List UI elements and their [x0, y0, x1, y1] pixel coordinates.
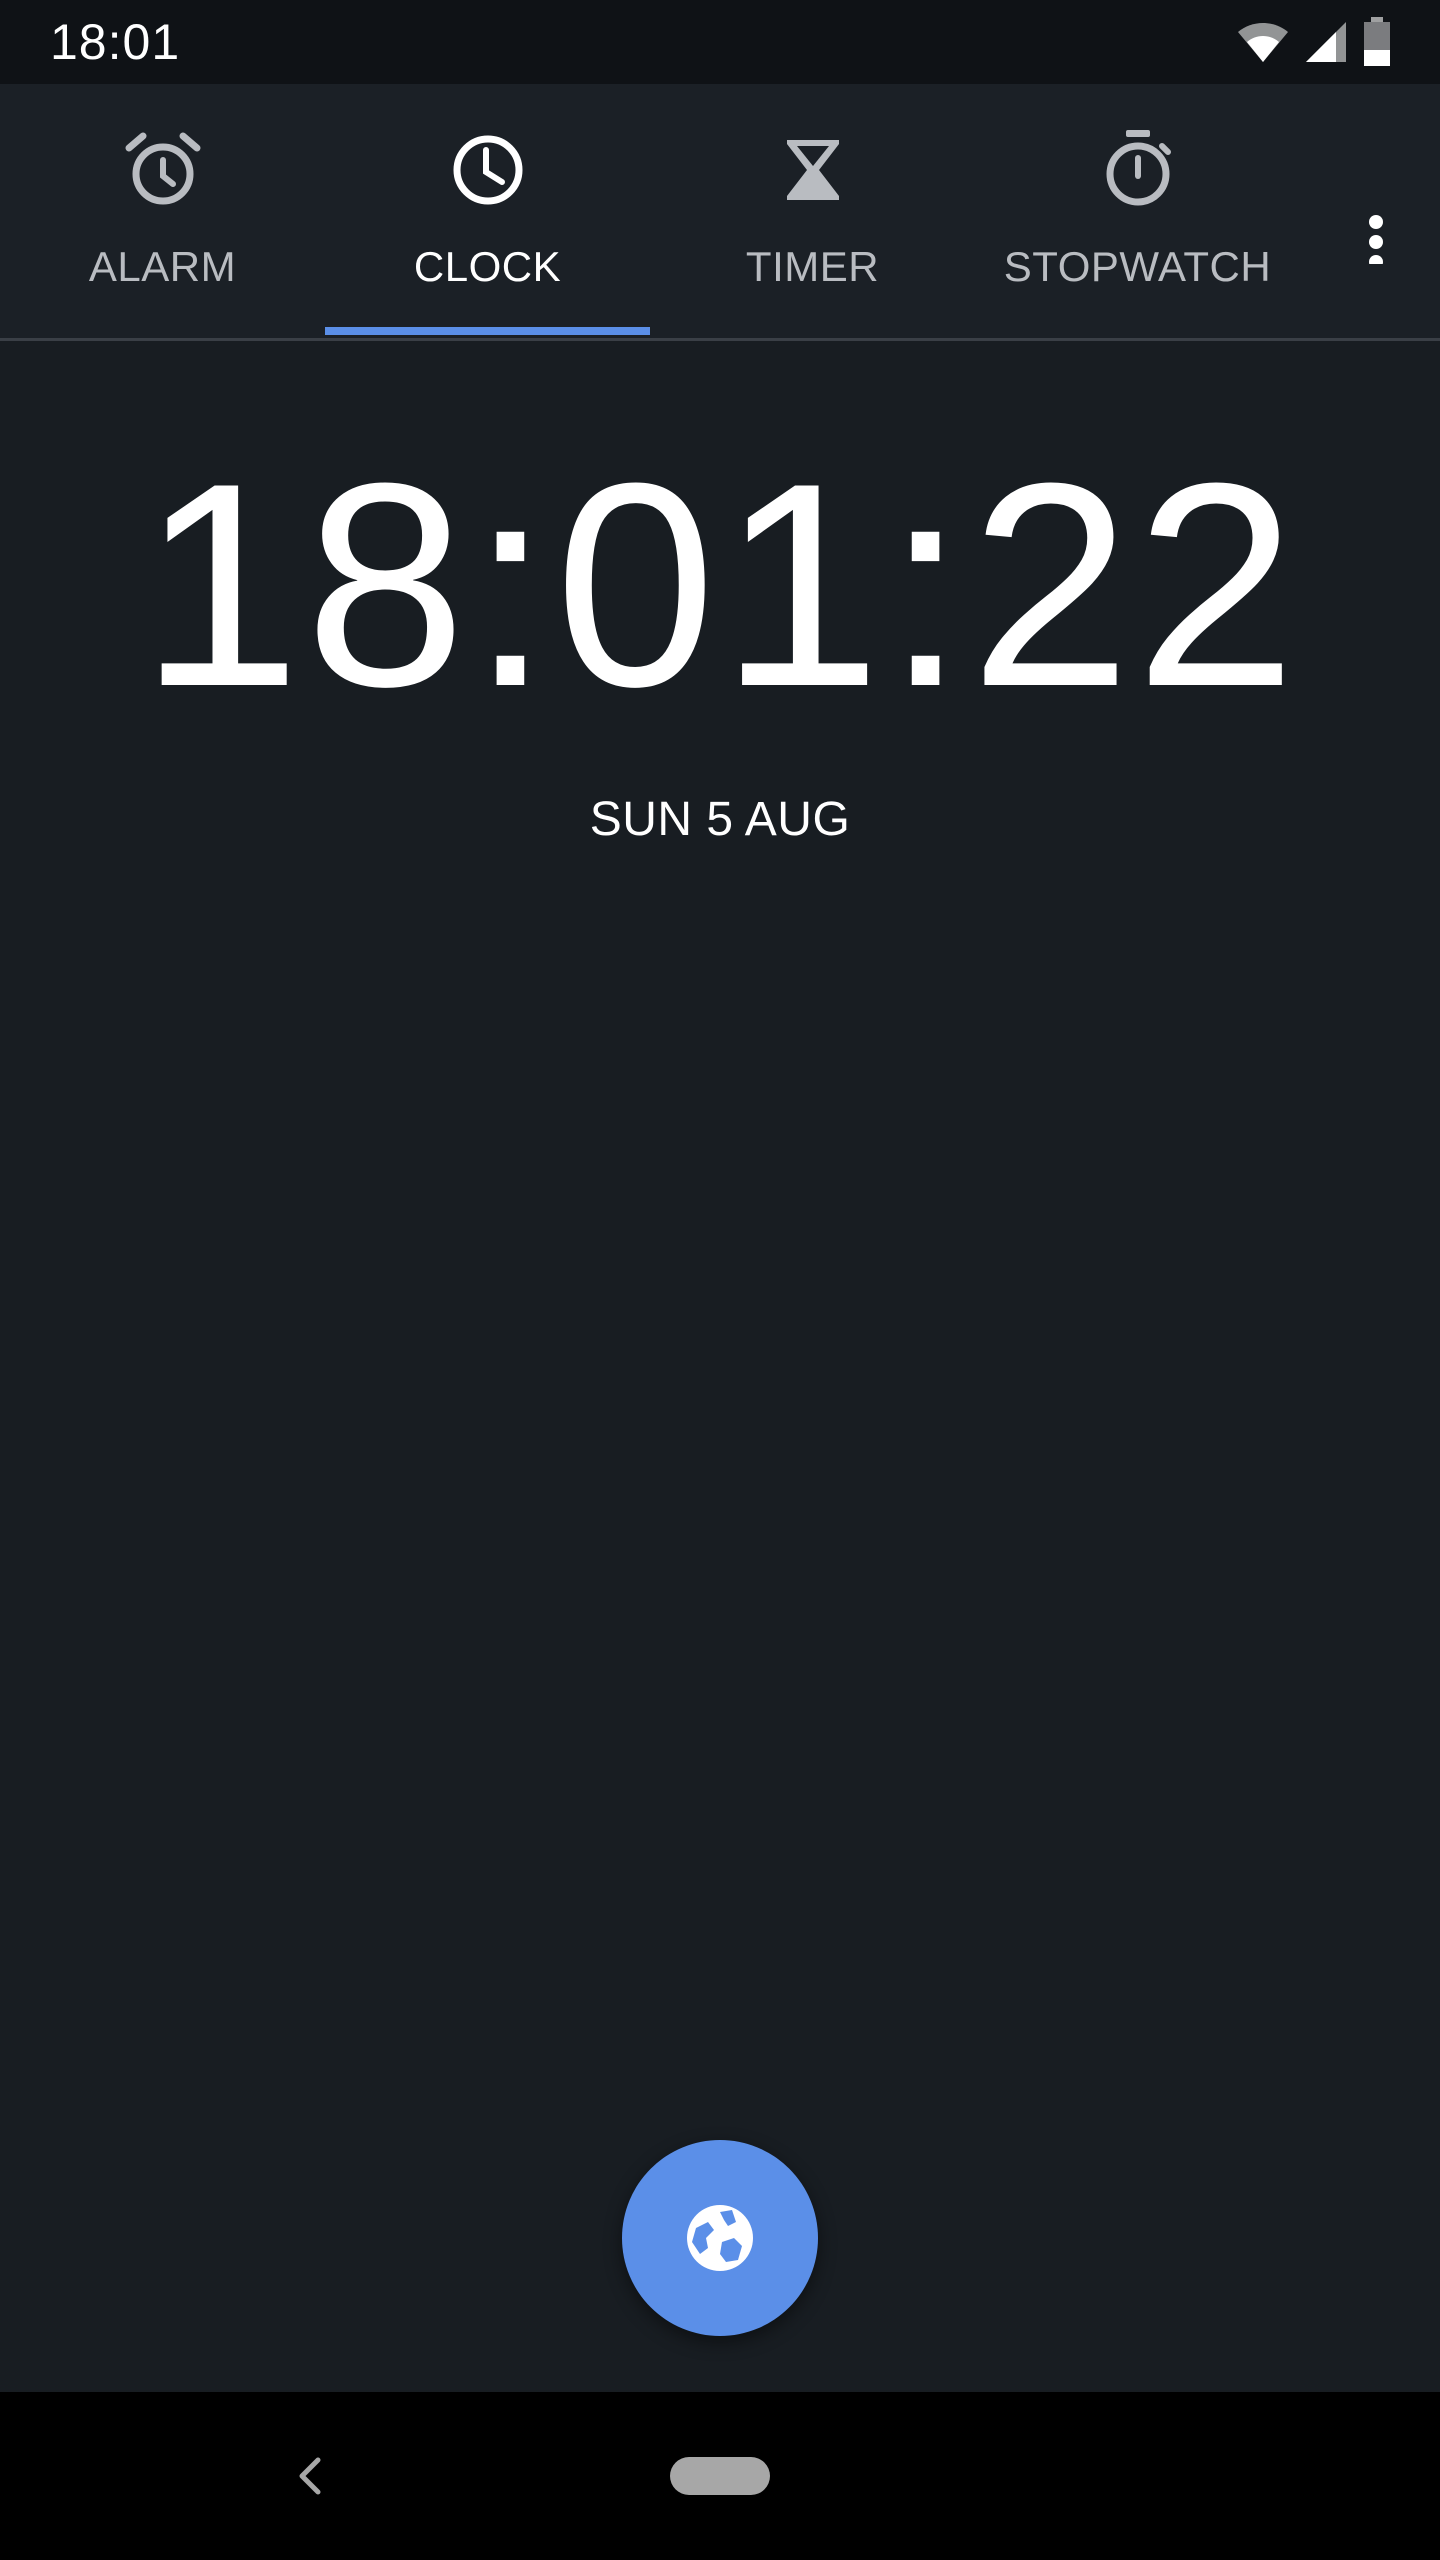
tab-stopwatch-label: STOPWATCH	[1003, 243, 1272, 290]
home-pill-icon[interactable]	[670, 2457, 770, 2495]
back-icon	[299, 2457, 321, 2495]
globe-icon	[687, 2205, 753, 2271]
tab-stopwatch[interactable]: STOPWATCH	[975, 84, 1300, 338]
alarm-clock-icon	[125, 132, 200, 205]
tab-clock[interactable]: CLOCK	[325, 84, 650, 338]
status-icons	[1236, 16, 1392, 68]
stopwatch-icon	[1106, 130, 1171, 206]
signal-icon	[1306, 22, 1346, 62]
back-button[interactable]	[280, 2436, 340, 2516]
date-label: SUN 5 AUG	[589, 793, 851, 846]
navigation-bar	[0, 2392, 1440, 2560]
tab-alarm[interactable]: ALARM	[0, 84, 325, 338]
tab-clock-label: CLOCK	[413, 243, 562, 290]
wifi-icon	[1238, 23, 1288, 62]
hourglass-icon	[786, 140, 839, 200]
tab-bar: ALARM CLOCK TIMER STOPWATCH	[0, 84, 1440, 341]
digital-clock: 18:01:22	[139, 423, 1301, 747]
overflow-menu-button[interactable]	[1336, 144, 1416, 269]
tab-timer-label: TIMER	[745, 243, 880, 290]
clock-icon	[453, 135, 522, 205]
tab-indicator	[325, 327, 650, 335]
status-time: 18:01	[50, 14, 181, 70]
add-city-button[interactable]	[622, 2140, 818, 2336]
more-vert-icon	[1369, 215, 1383, 269]
battery-icon	[1364, 17, 1390, 66]
tab-alarm-label: ALARM	[88, 243, 237, 290]
status-bar: 18:01	[0, 0, 1440, 84]
tab-timer[interactable]: TIMER	[650, 84, 975, 338]
